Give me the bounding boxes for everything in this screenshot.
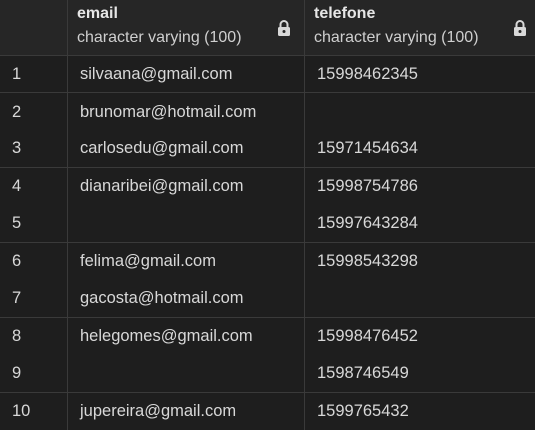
telefone-cell[interactable]: 15998754786 — [305, 168, 535, 205]
email-cell[interactable]: carlosedu@gmail.com — [68, 130, 305, 168]
row-number[interactable]: 4 — [0, 168, 68, 206]
email-cell[interactable] — [68, 355, 305, 392]
row-number[interactable]: 9 — [0, 355, 68, 392]
email-cell[interactable]: gacosta@hotmail.com — [68, 280, 305, 317]
column-name: telefone — [314, 5, 376, 22]
row-number[interactable]: 3 — [0, 130, 68, 168]
table-row[interactable]: 8 helegomes@gmail.com 15998476452 — [0, 317, 535, 356]
email-cell[interactable]: felima@gmail.com — [68, 242, 305, 281]
table-row[interactable]: 4 dianaribei@gmail.com 15998754786 — [0, 168, 535, 206]
row-number[interactable]: 8 — [0, 317, 68, 356]
email-cell[interactable]: helegomes@gmail.com — [68, 317, 305, 356]
row-number[interactable]: 1 — [0, 56, 68, 93]
column-header-telefone[interactable]: telefone character varying (100) — [305, 0, 535, 56]
lock-icon — [514, 20, 526, 36]
table-row[interactable]: 3 carlosedu@gmail.com 15971454634 — [0, 130, 535, 169]
table-row[interactable]: 1 silvaana@gmail.com 15998462345 — [0, 56, 535, 94]
table-row[interactable]: 9 1598746549 — [0, 355, 535, 393]
telefone-cell[interactable] — [305, 93, 535, 130]
telefone-cell[interactable] — [305, 280, 535, 316]
telefone-cell[interactable]: 15998476452 — [305, 318, 535, 355]
telefone-cell[interactable]: 15997643284 — [305, 206, 535, 242]
telefone-cell[interactable]: 15998543298 — [305, 243, 535, 280]
grid-body: 1 silvaana@gmail.com 15998462345 2 bruno… — [0, 56, 535, 430]
lock-icon — [278, 20, 290, 36]
grid-header: email character varying (100) telefone c… — [0, 0, 535, 56]
row-number[interactable]: 5 — [0, 205, 68, 242]
telefone-cell[interactable]: 15998462345 — [305, 56, 535, 92]
row-number[interactable]: 7 — [0, 280, 68, 317]
row-number[interactable]: 2 — [0, 93, 68, 131]
email-cell[interactable] — [68, 205, 305, 242]
table-row[interactable]: 6 felima@gmail.com 15998543298 — [0, 242, 535, 281]
column-header-email[interactable]: email character varying (100) — [68, 0, 305, 56]
email-cell[interactable]: brunomar@hotmail.com — [68, 93, 305, 131]
row-number[interactable]: 10 — [0, 392, 68, 430]
row-number-header[interactable] — [0, 0, 68, 56]
email-cell[interactable]: silvaana@gmail.com — [68, 56, 305, 93]
telefone-cell[interactable]: 1598746549 — [305, 355, 535, 391]
email-cell[interactable]: dianaribei@gmail.com — [68, 168, 305, 206]
telefone-cell[interactable]: 15971454634 — [305, 131, 535, 167]
column-type: character varying (100) — [77, 29, 242, 46]
column-name: email — [77, 5, 118, 22]
column-type: character varying (100) — [314, 29, 479, 46]
table-row[interactable]: 5 15997643284 — [0, 205, 535, 243]
table-row[interactable]: 10 jupereira@gmail.com 1599765432 — [0, 392, 535, 430]
table-row[interactable]: 2 brunomar@hotmail.com — [0, 93, 535, 131]
telefone-cell[interactable]: 1599765432 — [305, 393, 535, 430]
query-result-grid: email character varying (100) telefone c… — [0, 0, 535, 430]
email-cell[interactable]: jupereira@gmail.com — [68, 392, 305, 430]
row-number[interactable]: 6 — [0, 242, 68, 281]
table-row[interactable]: 7 gacosta@hotmail.com — [0, 280, 535, 318]
